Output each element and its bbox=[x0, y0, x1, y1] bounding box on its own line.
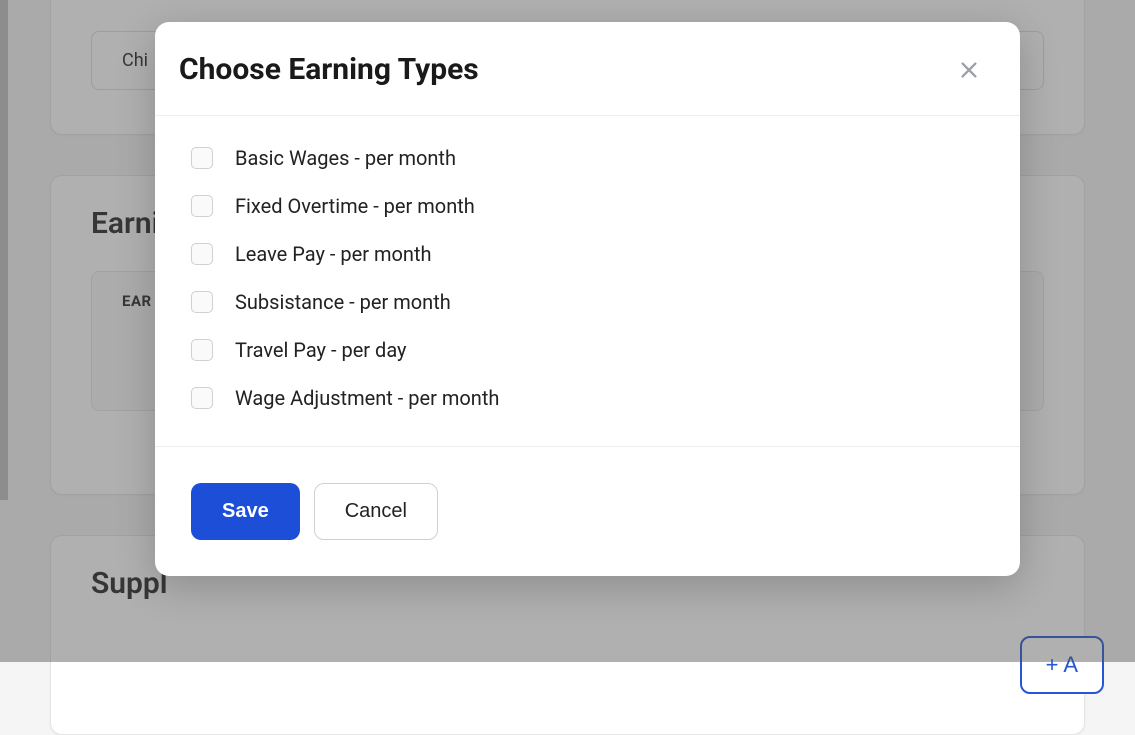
earning-option-row[interactable]: Leave Pay - per month bbox=[191, 242, 984, 266]
modal-header: Choose Earning Types bbox=[155, 22, 1020, 116]
earning-option-label[interactable]: Leave Pay - per month bbox=[235, 242, 432, 266]
earning-option-label[interactable]: Subsistance - per month bbox=[235, 290, 451, 314]
earning-option-label[interactable]: Basic Wages - per month bbox=[235, 146, 456, 170]
checkbox[interactable] bbox=[191, 147, 213, 169]
close-button[interactable] bbox=[954, 55, 984, 85]
checkbox[interactable] bbox=[191, 339, 213, 361]
earning-option-row[interactable]: Fixed Overtime - per month bbox=[191, 194, 984, 218]
earning-option-row[interactable]: Wage Adjustment - per month bbox=[191, 386, 984, 410]
earning-option-row[interactable]: Subsistance - per month bbox=[191, 290, 984, 314]
modal-title: Choose Earning Types bbox=[179, 52, 479, 87]
checkbox[interactable] bbox=[191, 195, 213, 217]
checkbox[interactable] bbox=[191, 387, 213, 409]
earning-option-label[interactable]: Wage Adjustment - per month bbox=[235, 386, 499, 410]
modal-footer: Save Cancel bbox=[155, 446, 1020, 576]
modal-body: Basic Wages - per month Fixed Overtime -… bbox=[155, 116, 1020, 446]
earning-option-label[interactable]: Fixed Overtime - per month bbox=[235, 194, 475, 218]
choose-earning-types-modal: Choose Earning Types Basic Wages - per m… bbox=[155, 22, 1020, 576]
earning-option-row[interactable]: Travel Pay - per day bbox=[191, 338, 984, 362]
checkbox[interactable] bbox=[191, 243, 213, 265]
checkbox[interactable] bbox=[191, 291, 213, 313]
earning-option-row[interactable]: Basic Wages - per month bbox=[191, 146, 984, 170]
close-icon bbox=[958, 59, 980, 81]
earning-option-label[interactable]: Travel Pay - per day bbox=[235, 338, 407, 362]
save-button[interactable]: Save bbox=[191, 483, 300, 540]
cancel-button[interactable]: Cancel bbox=[314, 483, 438, 540]
